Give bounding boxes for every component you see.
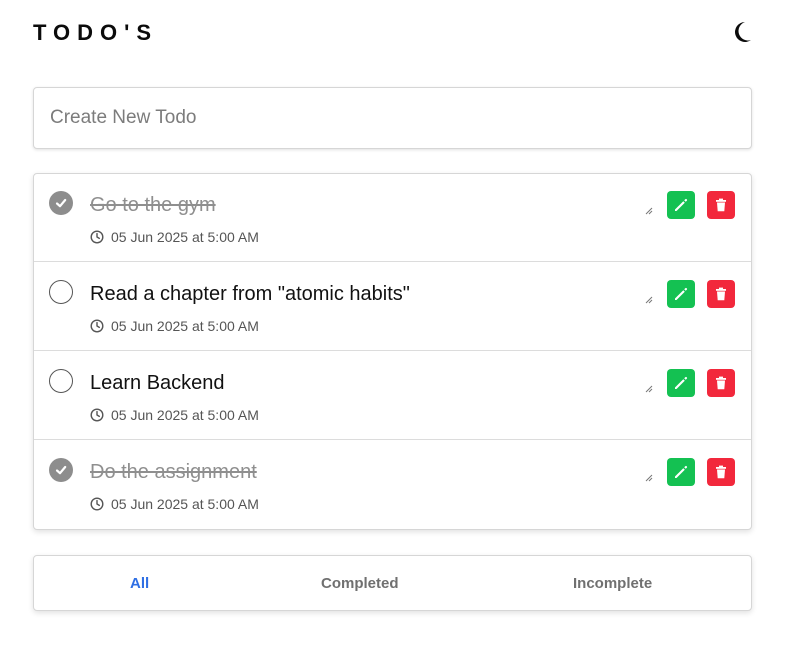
todo-list: Go to the gym 05 Jun 2025 at 5:00 AM Rea… — [33, 173, 752, 530]
delete-button[interactable] — [707, 191, 735, 219]
todo-timestamp: 05 Jun 2025 at 5:00 AM — [90, 495, 259, 513]
resize-handle-icon[interactable] — [645, 385, 653, 393]
resize-handle-icon[interactable] — [645, 296, 653, 304]
edit-button[interactable] — [667, 458, 695, 486]
todo-timestamp: 05 Jun 2025 at 5:00 AM — [90, 406, 259, 424]
todo-time-text: 05 Jun 2025 at 5:00 AM — [111, 407, 259, 423]
todo-text[interactable]: Go to the gym — [90, 193, 216, 217]
todo-text[interactable]: Do the assignment — [90, 460, 257, 484]
pencil-icon — [675, 376, 688, 389]
resize-handle-icon[interactable] — [645, 474, 653, 482]
clock-icon — [90, 319, 104, 333]
create-todo-field-wrapper — [33, 87, 752, 149]
delete-button[interactable] — [707, 369, 735, 397]
todo-text[interactable]: Read a chapter from "atomic habits" — [90, 282, 410, 306]
todo-item: Read a chapter from "atomic habits" 05 J… — [34, 263, 751, 351]
clock-icon — [90, 497, 104, 511]
filter-all-tab[interactable]: All — [130, 575, 149, 592]
theme-toggle-button[interactable] — [731, 20, 753, 44]
trash-icon — [716, 198, 726, 212]
todo-timestamp: 05 Jun 2025 at 5:00 AM — [90, 317, 259, 335]
filter-bar: All Completed Incomplete — [33, 555, 752, 611]
todo-time-text: 05 Jun 2025 at 5:00 AM — [111, 229, 259, 245]
todo-item: Go to the gym 05 Jun 2025 at 5:00 AM — [34, 174, 751, 262]
todo-item: Learn Backend 05 Jun 2025 at 5:00 AM — [34, 352, 751, 440]
delete-button[interactable] — [707, 458, 735, 486]
clock-icon — [90, 408, 104, 422]
pencil-icon — [675, 465, 688, 478]
trash-icon — [716, 465, 726, 479]
header: TODO'S — [33, 20, 753, 50]
check-icon — [55, 465, 67, 475]
todo-time-text: 05 Jun 2025 at 5:00 AM — [111, 318, 259, 334]
page-title: TODO'S — [33, 20, 159, 45]
todo-checkbox[interactable] — [49, 191, 73, 215]
todo-checkbox[interactable] — [49, 369, 73, 393]
todo-item: Do the assignment 05 Jun 2025 at 5:00 AM — [34, 441, 751, 529]
check-icon — [55, 198, 67, 208]
filter-completed-tab[interactable]: Completed — [321, 575, 399, 592]
delete-button[interactable] — [707, 280, 735, 308]
edit-button[interactable] — [667, 369, 695, 397]
edit-button[interactable] — [667, 280, 695, 308]
pencil-icon — [675, 287, 688, 300]
trash-icon — [716, 376, 726, 390]
todo-checkbox[interactable] — [49, 280, 73, 304]
clock-icon — [90, 230, 104, 244]
todo-timestamp: 05 Jun 2025 at 5:00 AM — [90, 228, 259, 246]
pencil-icon — [675, 198, 688, 211]
filter-incomplete-tab[interactable]: Incomplete — [573, 575, 652, 592]
moon-icon — [735, 22, 751, 42]
edit-button[interactable] — [667, 191, 695, 219]
trash-icon — [716, 287, 726, 301]
todo-time-text: 05 Jun 2025 at 5:00 AM — [111, 496, 259, 512]
create-todo-input[interactable] — [34, 88, 751, 148]
todo-text[interactable]: Learn Backend — [90, 371, 225, 395]
resize-handle-icon[interactable] — [645, 207, 653, 215]
todo-checkbox[interactable] — [49, 458, 73, 482]
